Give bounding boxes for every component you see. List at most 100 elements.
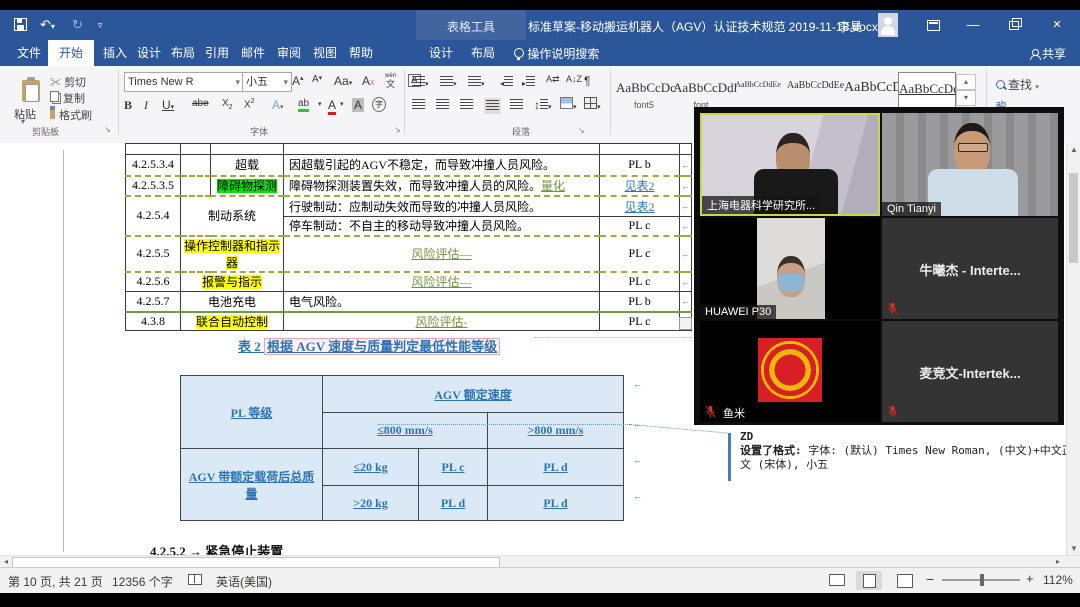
ribbon-display-options-button[interactable]	[916, 10, 950, 40]
clause-cell[interactable]: 4.3.8	[126, 312, 181, 331]
desc-cell[interactable]: 风险评估-	[284, 312, 600, 331]
align-right-button[interactable]	[460, 98, 473, 112]
copy-button[interactable]: 复制	[50, 90, 85, 106]
tracked-change-comment[interactable]: ZD 设置了格式: 字体: (默认) Times New Roman, (中文)…	[740, 430, 1076, 472]
share-button[interactable]: 共享	[1030, 45, 1066, 62]
qat-customize-button[interactable]: ▿	[98, 10, 103, 40]
participant-tile[interactable]: 鱼米	[700, 321, 880, 422]
font-color-button[interactable]: A	[328, 98, 336, 115]
pl-cell[interactable]: PL c	[419, 449, 488, 486]
clause-cell[interactable]: 4.2.5.7	[126, 292, 181, 312]
align-center-button[interactable]	[436, 98, 449, 112]
print-layout-button[interactable]	[856, 571, 882, 590]
increase-indent-button[interactable]: ▸	[522, 75, 535, 89]
vertical-scroll-thumb[interactable]	[1069, 173, 1078, 263]
strikethrough-button[interactable]: abe	[192, 98, 209, 109]
grow-font-button[interactable]: A▴	[292, 74, 304, 88]
language-indicator[interactable]: 英语(美国)	[216, 573, 272, 590]
tab-help[interactable]: 帮助	[338, 40, 384, 66]
zoom-level[interactable]: 112%	[1043, 573, 1073, 587]
font-name-combo[interactable]: Times New R▾	[124, 72, 244, 92]
justify-button[interactable]	[484, 98, 501, 114]
shading-button[interactable]: ▾	[560, 97, 577, 112]
pl-cell[interactable]: PL d	[488, 486, 624, 521]
mass-low-cell[interactable]: ≤20 kg	[323, 449, 419, 486]
paragraph-dialog-launcher[interactable]: ↘	[578, 126, 585, 135]
clause-cell[interactable]: 4.2.5.6	[126, 272, 181, 292]
pl-cell[interactable]: PL c	[600, 272, 680, 292]
user-avatar[interactable]	[878, 13, 898, 37]
phonetic-guide-button[interactable]: wén文	[385, 72, 396, 88]
close-button[interactable]: ×	[1040, 10, 1074, 40]
pl-level-cell[interactable]: PL 等级	[181, 376, 323, 449]
clause-cell[interactable]: 4.2.5.3.5	[126, 176, 181, 196]
superscript-button[interactable]: X2	[244, 98, 255, 110]
item-cell[interactable]: 超载	[211, 155, 284, 176]
desc-cell[interactable]: 电气风险。	[284, 292, 600, 312]
line-spacing-button[interactable]: ↕▾	[534, 98, 552, 112]
scroll-down-arrow[interactable]: ▼	[1067, 542, 1080, 555]
tab-file[interactable]: 文件	[6, 40, 52, 66]
minimize-button[interactable]: —	[956, 10, 990, 40]
asian-layout-button[interactable]: A⇄	[546, 74, 560, 85]
numbering-button[interactable]: ▾	[440, 75, 457, 89]
find-button[interactable]: 查找 ▾	[996, 76, 1039, 93]
desc-cell[interactable]: 风险评估—	[284, 272, 600, 292]
clause-cell[interactable]: 4.2.5.4	[126, 196, 181, 236]
enclose-characters-button[interactable]: 字	[372, 97, 386, 112]
character-shading-button[interactable]: A	[352, 98, 364, 112]
speed-low-cell[interactable]: ≤800 mm/s	[323, 413, 488, 449]
tab-table-design[interactable]: 设计	[418, 40, 464, 66]
redo-button[interactable]: ↻	[72, 10, 83, 40]
show-marks-button[interactable]: ¶	[584, 74, 590, 88]
bullets-button[interactable]: ▾	[412, 75, 429, 89]
clear-formatting-button[interactable]: Ax	[362, 74, 375, 88]
page-indicator[interactable]: 第 10 页, 共 21 页	[8, 573, 103, 590]
font-dialog-launcher[interactable]: ↘	[394, 125, 401, 134]
subscript-button[interactable]: X2	[222, 98, 233, 111]
pl-cell[interactable]: PL d	[419, 486, 488, 521]
vertical-scrollbar[interactable]: ▲ ▼	[1066, 143, 1080, 555]
tab-table-layout[interactable]: 布局	[460, 40, 506, 66]
table-resize-handle[interactable]	[679, 317, 692, 330]
item-cell[interactable]: 联合自动控制	[181, 312, 284, 331]
style-item[interactable]: AaBbCcDc font5	[616, 72, 672, 116]
cut-button[interactable]: ✂ 剪切	[50, 74, 86, 90]
pl-cell[interactable]: 见表2	[600, 196, 680, 217]
tab-home[interactable]: 开始	[48, 40, 94, 66]
decrease-indent-button[interactable]: ◂	[500, 75, 513, 89]
zoom-slider[interactable]	[942, 579, 1020, 581]
save-button[interactable]	[14, 10, 27, 40]
align-left-button[interactable]	[412, 98, 425, 112]
pl-matrix-table[interactable]: PL 等级 AGV 额定速度 ≤800 mm/s >800 mm/s AGV 带…	[180, 375, 624, 521]
mass-high-cell[interactable]: >20 kg	[323, 486, 419, 521]
pl-cell[interactable]: PL b	[600, 155, 680, 176]
pl-cell[interactable]: PL c	[600, 236, 680, 272]
participant-tile[interactable]: 麦竞文-Intertek...	[882, 321, 1058, 422]
desc-cell[interactable]: 障碍物探测装置失效，而导致冲撞人员的风险。量化	[284, 176, 600, 196]
zoom-out-button[interactable]: −	[926, 571, 934, 587]
risk-table[interactable]: 4.2.5.3.4 超载 因超载引起的AGV不稳定，而导致冲撞人员风险。 PL …	[125, 143, 692, 331]
participant-video[interactable]: HUAWEI P30	[700, 218, 880, 319]
pl-cell[interactable]: PL b	[600, 292, 680, 312]
clause-cell[interactable]: 4.2.5.5	[126, 236, 181, 272]
change-case-button[interactable]: Aa▾	[334, 74, 352, 88]
participant-video[interactable]: Qin Tianyi	[882, 113, 1058, 216]
restore-button[interactable]	[996, 10, 1030, 40]
styles-scroll-up-button[interactable]: ▴	[956, 74, 976, 90]
desc-cell[interactable]: 因超载引起的AGV不稳定，而导致冲撞人员风险。	[284, 155, 600, 176]
sort-button[interactable]: A↓Z	[566, 74, 582, 84]
font-size-combo[interactable]: 小五▾	[242, 72, 292, 92]
tell-me-search[interactable]: 操作说明搜索	[514, 45, 599, 62]
item-cell[interactable]: 障碍物探测	[211, 176, 284, 196]
styles-scroll-down-button[interactable]: ▾	[956, 90, 976, 106]
item-cell[interactable]: 操作控制器和指示器	[181, 236, 284, 272]
word-count[interactable]: 12356 个字	[112, 573, 173, 590]
borders-button[interactable]: ▾	[584, 97, 601, 112]
clipboard-dialog-launcher[interactable]: ↘	[104, 125, 111, 134]
multilevel-list-button[interactable]: ▾	[468, 75, 485, 89]
italic-button[interactable]: I	[144, 98, 148, 113]
item-cell[interactable]: 报警与指示	[181, 272, 284, 292]
desc-cell[interactable]: 行驶制动：应制动失效而导致的冲撞人员风险。	[284, 196, 600, 217]
bold-button[interactable]: B	[124, 98, 132, 113]
